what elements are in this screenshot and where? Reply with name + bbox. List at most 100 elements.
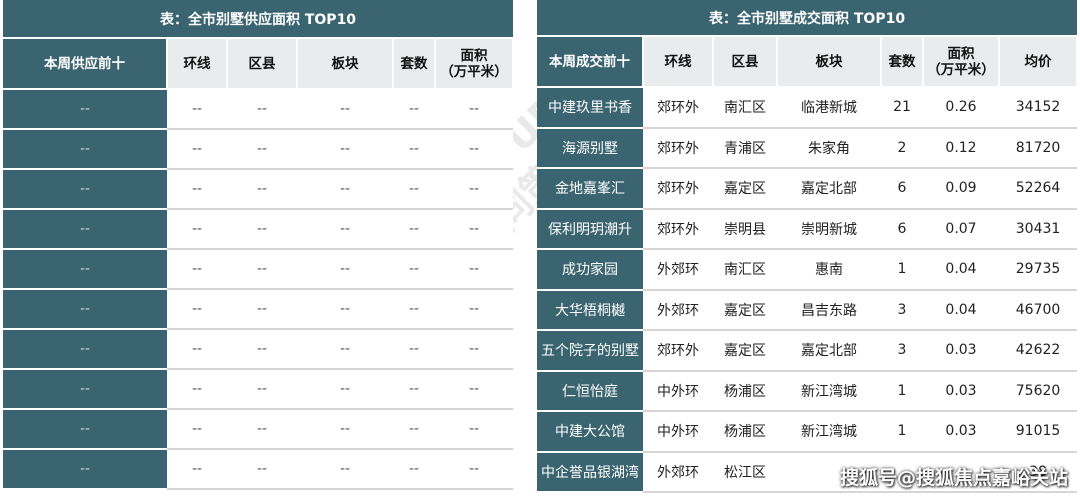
- transaction-table-row: 仁恒怡庭 中外环 杨浦区 新江湾城 1 0.03 75620: [537, 370, 1078, 412]
- supply-table-cell: --: [227, 409, 297, 450]
- transaction-table-cell: 杨浦区: [713, 370, 777, 412]
- supply-table-cell: --: [167, 409, 227, 450]
- supply-table-project-name: --: [3, 249, 167, 290]
- supply-table-cell: --: [393, 89, 435, 130]
- transaction-table-cell: 91015: [999, 411, 1078, 453]
- supply-table-cell: --: [297, 169, 393, 210]
- transaction-table-header-cell: 套数: [881, 36, 924, 88]
- transaction-table-project-name: 中建玖里书香: [537, 87, 643, 129]
- transaction-table-cell: 6: [881, 208, 923, 250]
- transaction-table-cell: 外郊环: [643, 289, 713, 331]
- transaction-table-cell: 嘉定北部: [777, 168, 881, 210]
- transaction-table-header-cell: 面积 （万平米）: [923, 36, 1000, 88]
- supply-table-cell: --: [297, 289, 393, 330]
- transaction-table-cell: 81720: [999, 127, 1078, 169]
- supply-table-cell: --: [297, 129, 393, 170]
- supply-table-row: -- -- -- -- -- --: [3, 129, 514, 170]
- supply-table-cell: --: [167, 169, 227, 210]
- transaction-table-cell: 朱家角: [777, 127, 881, 169]
- supply-table-cell: --: [435, 249, 514, 290]
- supply-table-project-name: --: [3, 169, 167, 210]
- transaction-table-cell: 惠南: [777, 249, 881, 291]
- supply-table-cell: --: [393, 369, 435, 410]
- footer-watermark: 搜狐号@搜狐焦点嘉峪关站: [839, 467, 1068, 489]
- transaction-table-cell: 1: [881, 411, 923, 453]
- transaction-table-cell: 新江湾城: [777, 370, 881, 412]
- transaction-table-cell: 郊环外: [643, 208, 713, 250]
- transaction-table-cell: 1: [881, 370, 923, 412]
- transaction-table-cell: 崇明新城: [777, 208, 881, 250]
- supply-table-cell: --: [393, 209, 435, 250]
- supply-table-cell: --: [435, 289, 514, 330]
- transaction-table-cell: 0.04: [923, 249, 999, 291]
- supply-table-row: -- -- -- -- -- --: [3, 209, 514, 250]
- transaction-table-cell: 3: [881, 289, 923, 331]
- supply-table-cell: --: [393, 129, 435, 170]
- supply-table-row: -- -- -- -- -- --: [3, 289, 514, 330]
- transaction-table-cell: 临港新城: [777, 87, 881, 129]
- transaction-table-row: 五个院子的别墅 郊环外 嘉定区 嘉定北部 3 0.03 42622: [537, 330, 1078, 372]
- transaction-table-row: 金地嘉峯汇 郊环外 嘉定区 嘉定北部 6 0.09 52264: [537, 168, 1078, 210]
- supply-table-header-cell: 环线: [167, 38, 228, 90]
- transaction-table-row: 中建大公馆 中外环 杨浦区 新江湾城 1 0.03 91015: [537, 411, 1078, 453]
- transaction-table-cell: 南汇区: [713, 87, 777, 129]
- transaction-table-cell: 外郊环: [643, 451, 713, 493]
- transaction-table-project-name: 海源别墅: [537, 127, 643, 169]
- supply-table-cell: --: [435, 129, 514, 170]
- transaction-table-cell: 外郊环: [643, 249, 713, 291]
- transaction-table-row: 海源别墅 郊环外 青浦区 朱家角 2 0.12 81720: [537, 127, 1078, 169]
- transaction-table-cell: 0.03: [923, 411, 999, 453]
- transaction-table-cell: 嘉定区: [713, 289, 777, 331]
- supply-table-project-name: --: [3, 409, 167, 450]
- supply-table-cell: --: [167, 249, 227, 290]
- transaction-table-project-name: 仁恒怡庭: [537, 370, 643, 412]
- supply-table-row: -- -- -- -- -- --: [3, 169, 514, 210]
- transaction-table-header-cell: 本周成交前十: [537, 36, 644, 88]
- supply-table-cell: --: [393, 329, 435, 370]
- supply-table-cell: --: [297, 409, 393, 450]
- transaction-table-project-name: 中企誉品银湖湾: [537, 451, 643, 493]
- supply-table-cell: --: [227, 289, 297, 330]
- supply-table-project-name: --: [3, 129, 167, 170]
- supply-table-cell: --: [435, 169, 514, 210]
- supply-table-header-cell: 本周供应前十: [3, 38, 168, 90]
- supply-table-cell: --: [297, 329, 393, 370]
- transaction-table-cell: 30431: [999, 208, 1078, 250]
- transaction-table-project-name: 保利明玥潮升: [537, 208, 643, 250]
- transaction-table-project-name: 金地嘉峯汇: [537, 168, 643, 210]
- transaction-table-cell: 南汇区: [713, 249, 777, 291]
- supply-table-row: -- -- -- -- -- --: [3, 449, 514, 490]
- transaction-table-cell: 崇明县: [713, 208, 777, 250]
- transaction-table-project-name: 成功家园: [537, 249, 643, 291]
- transaction-table-cell: 29735: [999, 249, 1078, 291]
- transaction-table-project-name: 大华梧桐樾: [537, 289, 643, 331]
- supply-table-row: -- -- -- -- -- --: [3, 89, 514, 130]
- transaction-table-row: 保利明玥潮升 郊环外 崇明县 崇明新城 6 0.07 30431: [537, 208, 1078, 250]
- supply-table-project-name: --: [3, 449, 167, 490]
- transaction-table-cell: 中外环: [643, 370, 713, 412]
- supply-table-cell: --: [435, 369, 514, 410]
- transaction-table-cell: 0.03: [923, 330, 999, 372]
- transaction-table-cell: 52264: [999, 168, 1078, 210]
- supply-table-cell: --: [227, 169, 297, 210]
- transaction-table-cell: 0.26: [923, 87, 999, 129]
- supply-table-project-name: --: [3, 329, 167, 370]
- supply-table-cell: --: [297, 249, 393, 290]
- transaction-table-cell: 昌吉东路: [777, 289, 881, 331]
- supply-table-cell: --: [167, 369, 227, 410]
- transaction-table-cell: 松江区: [713, 451, 777, 493]
- transaction-table-cell: 嘉定区: [713, 168, 777, 210]
- transaction-table-cell: 75620: [999, 370, 1078, 412]
- transaction-table-cell: 郊环外: [643, 127, 713, 169]
- transaction-table-cell: 0.12: [923, 127, 999, 169]
- supply-table-cell: --: [297, 209, 393, 250]
- supply-table-cell: --: [167, 289, 227, 330]
- transaction-table-cell: 21: [881, 87, 923, 129]
- supply-table-cell: --: [227, 449, 297, 490]
- supply-table-cell: --: [297, 449, 393, 490]
- supply-table-header-cell: 套数: [393, 38, 436, 90]
- transaction-table: 表：全市别墅成交面积 TOP10 本周成交前十 环线 区县 板块 套数 面积 （万平米） 均价…: [537, 0, 1079, 493]
- transaction-table-cell: 青浦区: [713, 127, 777, 169]
- supply-table-cell: --: [393, 289, 435, 330]
- supply-table-row: -- -- -- -- -- --: [3, 369, 514, 410]
